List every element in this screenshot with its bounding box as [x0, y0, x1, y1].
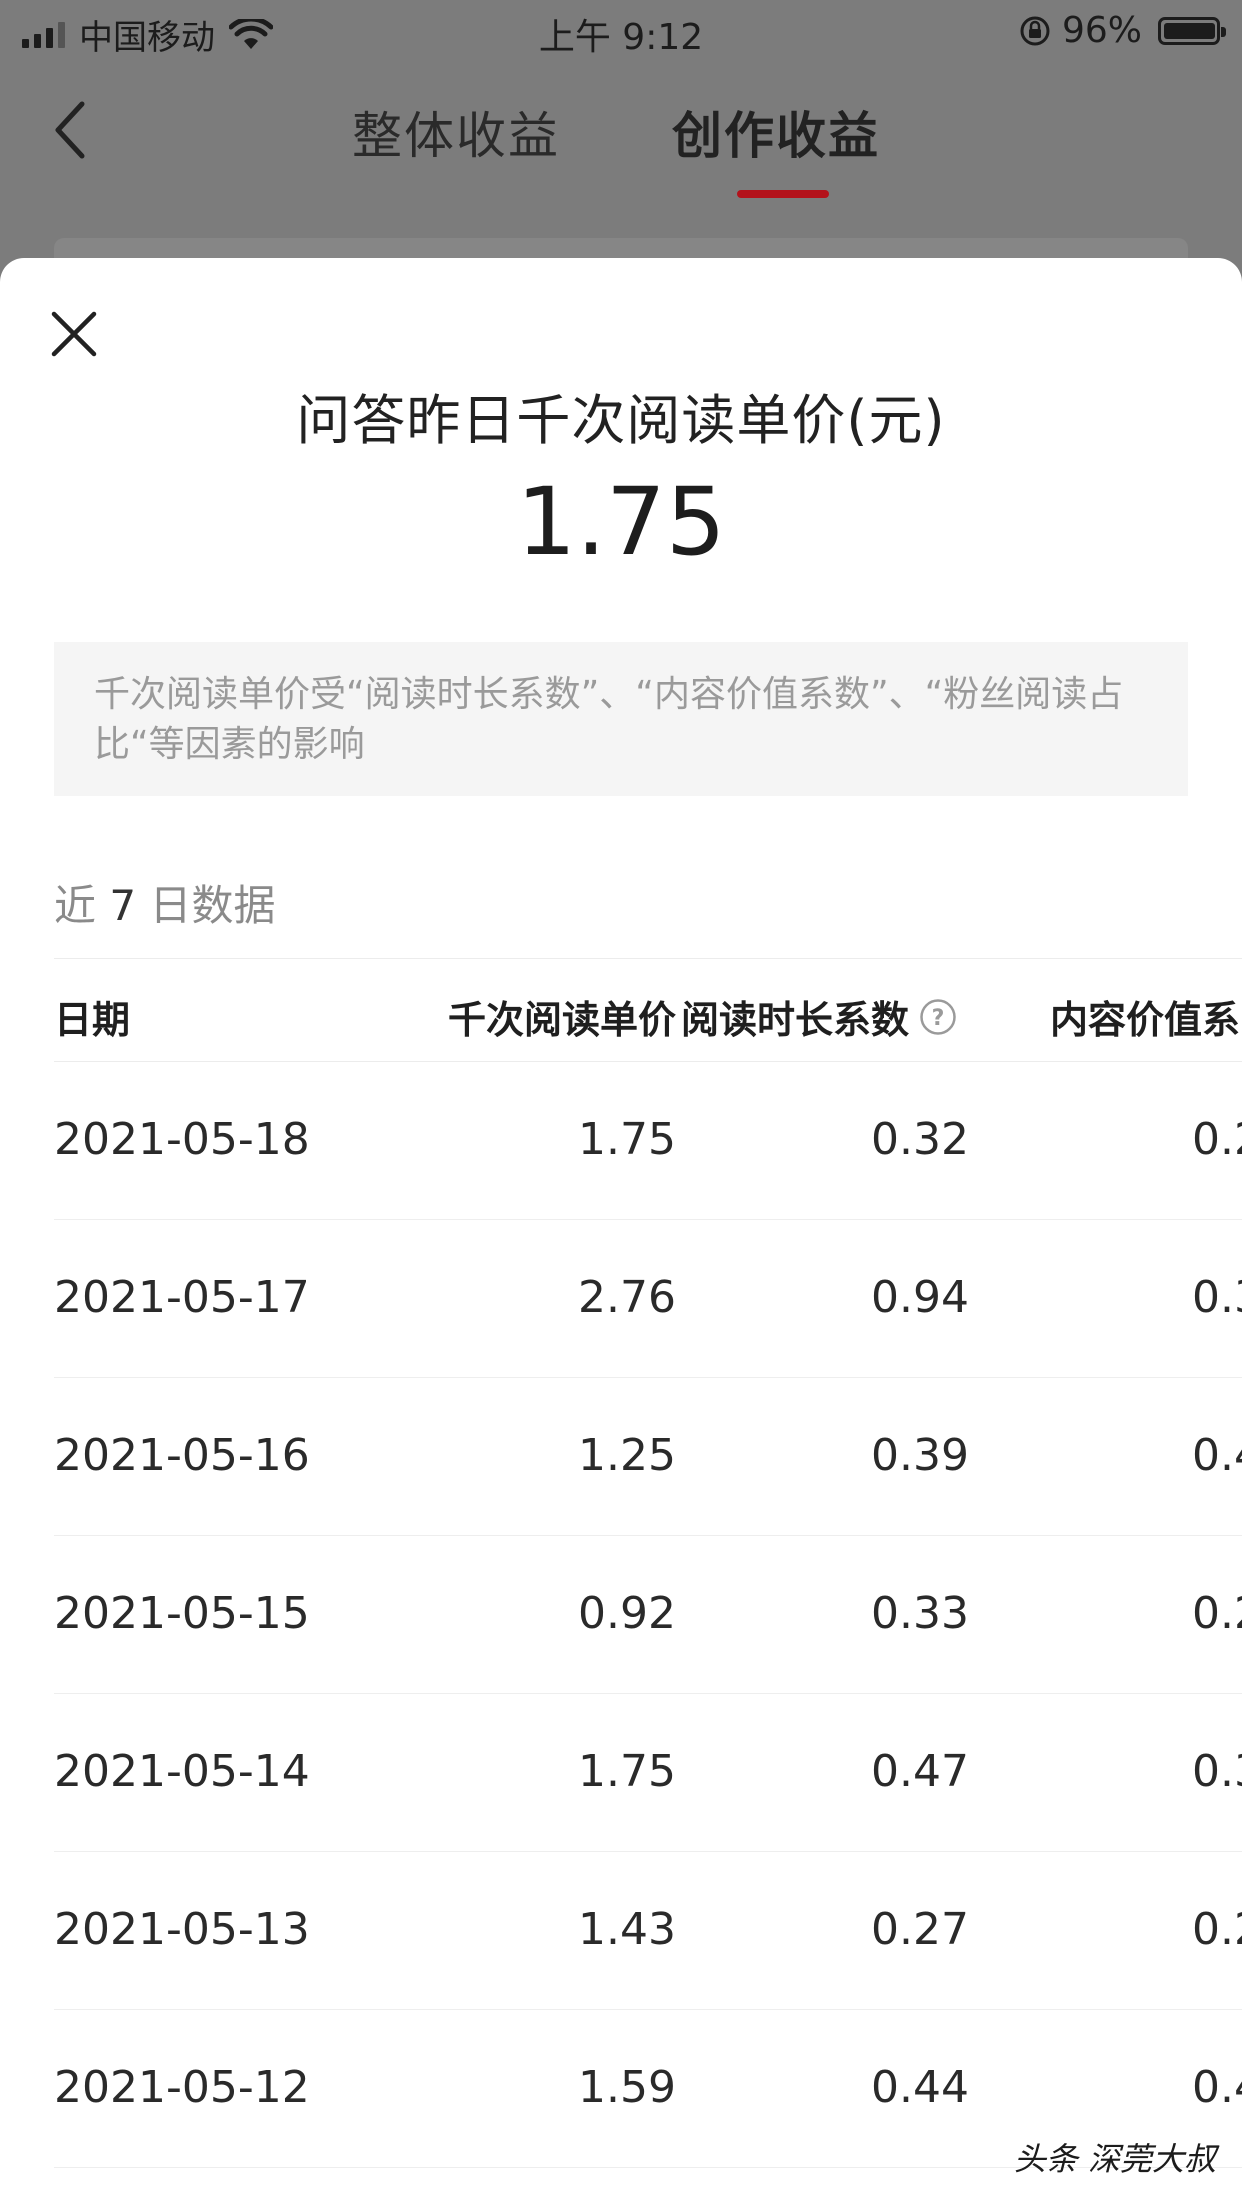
cell-date: 2021-05-18 — [54, 1114, 310, 1165]
header-read-duration-label: 阅读时长系数 — [681, 998, 910, 1042]
back-arrow-icon[interactable] — [50, 98, 90, 162]
status-bar: 中国移动 上午 9:12 96% — [0, 0, 1242, 62]
header-date: 日期 — [54, 998, 131, 1042]
section-title: 近 7 日数据 — [54, 872, 275, 933]
header-content-value: 内容价值系 — [1050, 998, 1241, 1042]
table-row: 2021-05-18 1.75 0.32 0.2 — [54, 1062, 1242, 1220]
cell-unit-price: 1.75 — [578, 1746, 676, 1797]
help-icon[interactable]: ? — [919, 998, 957, 1036]
close-icon[interactable] — [50, 310, 98, 358]
tab-overall-earnings[interactable]: 整体收益 — [352, 96, 560, 168]
cell-content-value: 0.2 — [1192, 1588, 1242, 1639]
unit-price-value: 1.75 — [516, 468, 726, 577]
cell-read-duration: 0.94 — [871, 1272, 969, 1323]
cell-date: 2021-05-14 — [54, 1746, 310, 1797]
header-read-duration: 阅读时长系数 ? — [681, 989, 957, 1044]
tab-creation-earnings[interactable]: 创作收益 — [672, 96, 880, 168]
bottom-sheet: 问答昨日千次阅读单价(元) 1.75 千次阅读单价受“阅读时长系数”、“内容价值… — [0, 258, 1242, 2208]
cell-date: 2021-05-12 — [54, 2062, 310, 2113]
top-nav: 整体收益 创作收益 — [0, 62, 1242, 202]
cell-date: 2021-05-13 — [54, 1904, 310, 1955]
table-row: 2021-05-16 1.25 0.39 0.4 — [54, 1378, 1242, 1536]
cell-unit-price: 1.43 — [578, 1904, 676, 1955]
cell-read-duration: 0.44 — [871, 2062, 969, 2113]
header-unit-price: 千次阅读单价 — [447, 998, 676, 1042]
table-row: 2021-05-14 1.75 0.47 0.3 — [54, 1694, 1242, 1852]
sheet-title: 问答昨日千次阅读单价(元) — [296, 389, 946, 452]
battery-percent: 96% — [1061, 10, 1142, 51]
cell-content-value: 0.2 — [1192, 1904, 1242, 1955]
svg-text:?: ? — [932, 1006, 945, 1031]
cell-content-value: 0.4 — [1192, 1430, 1242, 1481]
cell-read-duration: 0.32 — [871, 1114, 969, 1165]
table-row: 2021-05-15 0.92 0.33 0.2 — [54, 1536, 1242, 1694]
info-notice: 千次阅读单价受“阅读时长系数”、“内容价值系数”、“粉丝阅读占比“等因素的影响 — [54, 642, 1188, 796]
cell-date: 2021-05-16 — [54, 1430, 310, 1481]
cell-read-duration: 0.33 — [871, 1588, 969, 1639]
table-body: 2021-05-18 1.75 0.32 0.2 2021-05-17 2.76 0.94 0… — [0, 1062, 1242, 2168]
cell-unit-price: 2.76 — [578, 1272, 676, 1323]
cell-read-duration: 0.47 — [871, 1746, 969, 1797]
cell-unit-price: 1.25 — [578, 1430, 676, 1481]
cell-read-duration: 0.39 — [871, 1430, 969, 1481]
section-prefix: 近 — [54, 881, 97, 930]
battery-icon — [1158, 16, 1226, 45]
cell-content-value: 0.2 — [1192, 1114, 1242, 1165]
cell-unit-price: 0.92 — [578, 1588, 676, 1639]
cell-unit-price: 1.75 — [578, 1114, 676, 1165]
rotation-lock-icon — [1020, 16, 1050, 45]
table-row: 2021-05-17 2.76 0.94 0.3 — [54, 1220, 1242, 1378]
cell-content-value: 0.4 — [1192, 2062, 1242, 2113]
watermark: 头条 深莞大叔 — [1013, 2140, 1216, 2178]
cell-unit-price: 1.59 — [578, 2062, 676, 2113]
table-header: 日期 千次阅读单价 阅读时长系数 ? 内容价值系 — [54, 958, 1242, 1062]
cell-date: 2021-05-15 — [54, 1588, 310, 1639]
cell-content-value: 0.3 — [1192, 1746, 1242, 1797]
cell-content-value: 0.3 — [1192, 1272, 1242, 1323]
cell-date: 2021-05-17 — [54, 1272, 310, 1323]
section-days: 7 — [109, 881, 137, 930]
data-table[interactable]: 日期 千次阅读单价 阅读时长系数 ? 内容价值系 2021-05-18 1.75 0… — [0, 958, 1242, 2168]
table-row: 2021-05-13 1.43 0.27 0.2 — [54, 1852, 1242, 2010]
active-tab-indicator — [737, 190, 829, 198]
section-suffix: 日数据 — [149, 881, 276, 930]
cell-read-duration: 0.27 — [871, 1904, 969, 1955]
